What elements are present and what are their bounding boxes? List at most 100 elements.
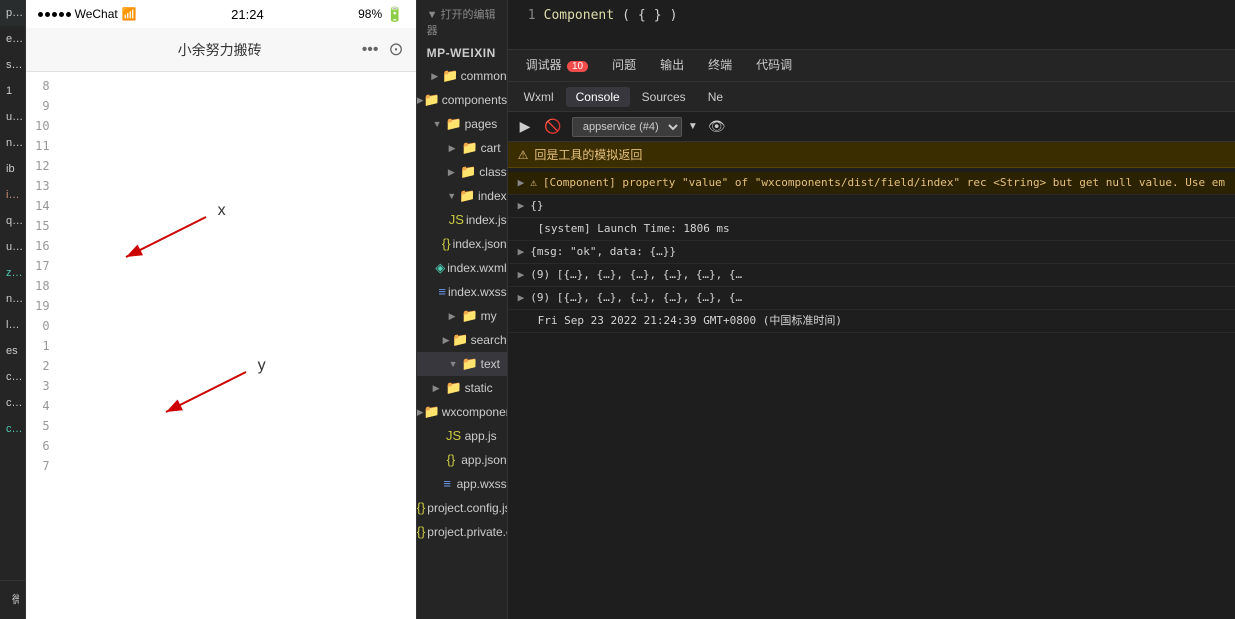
status-signal-dots (38, 12, 71, 17)
file-icon-index-wxss: ≡ (438, 282, 446, 302)
tree-item-index-json[interactable]: {} index.json (417, 232, 507, 256)
tree-item-wxcomponents[interactable]: ▶ 📁 wxcomponents (417, 400, 507, 424)
wifi-icon: 📶 (122, 7, 137, 21)
console-entry-text-obj: {} (530, 197, 1225, 215)
sidebar-item-page-lock[interactable]: page-lock. (0, 0, 25, 26)
tree-item-index-wxss[interactable]: ≡ index.wxss (417, 280, 507, 304)
tree-item-text[interactable]: ▼ 📁 text (417, 352, 507, 376)
sidebar-item-icon-css[interactable]: icon.css (0, 182, 25, 208)
warning-triangle-icon: ⚠ (530, 174, 537, 192)
tree-arrow-index: ▼ (447, 186, 458, 206)
tree-item-app-json[interactable]: {} app.json (417, 448, 507, 472)
tree-item-project-private[interactable]: {} project.private.config.js... (417, 520, 507, 544)
tab-issues[interactable]: 问题 (602, 52, 646, 79)
folder-icon-common: 📁 (442, 66, 458, 86)
tree-item-index[interactable]: ▼ 📁 index (417, 184, 507, 208)
console-entry-msg-ok: ▶ {msg: "ok", data: {…}} (508, 241, 1235, 264)
titlebar-icons: ••• ⊙ (362, 39, 404, 60)
sidebar-item-nponents[interactable]: nponents (0, 286, 25, 312)
code-paren-close: ) (670, 8, 678, 23)
console-entry-arr1: ▶ (9) [{…}, {…}, {…}, {…}, {…}, {… (508, 264, 1235, 287)
expand-icon-arr1[interactable]: ▶ (518, 266, 525, 284)
expand-icon-warning[interactable]: ▶ (518, 174, 525, 192)
tree-item-class[interactable]: ▶ 📁 class (417, 160, 507, 184)
tab-output[interactable]: 输出 (650, 52, 694, 79)
sidebar-item-class[interactable]: class (0, 390, 25, 416)
battery-icon: 🔋 (386, 6, 403, 23)
tree-item-cart[interactable]: ▶ 📁 cart (417, 136, 507, 160)
tab-terminal[interactable]: 终端 (698, 52, 742, 79)
tab-network[interactable]: Ne (698, 87, 733, 107)
tab-debugger[interactable]: 调试器 10 (516, 52, 598, 79)
tree-label-project-config: project.config.json (427, 498, 507, 518)
tree-item-index-wxml[interactable]: ◈ index.wxml (417, 256, 507, 280)
clear-button[interactable]: 🚫 (540, 116, 565, 137)
sidebar-item-scss[interactable]: scss (0, 52, 25, 78)
tree-label-components: components (442, 90, 507, 110)
console-entry-text-warning: [Component] property "value" of "wxcompo… (543, 174, 1225, 192)
phone-preview-area: WeChat 📶 21:24 98% 🔋 小余努力搬砖 ••• ⊙ 891011… (26, 0, 417, 619)
more-icon[interactable]: ••• (362, 41, 379, 59)
tab-code-debug[interactable]: 代码调 (746, 52, 802, 79)
sidebar-item-class-vue[interactable]: class.vue (0, 416, 25, 442)
sidebar-item-cart[interactable]: cart (0, 364, 25, 390)
editor-debug-panel: 1 Component ( { } ) 调试器 10 问题 输出 终端 代码调 … (508, 0, 1235, 619)
console-output: ▶ ⚠ [Component] property "value" of "wxc… (508, 168, 1235, 619)
tree-item-app-wxss[interactable]: ≡ app.wxss (417, 472, 507, 496)
warning-text: 回是工具的模拟返回 (534, 146, 642, 163)
sidebar-item-nmon[interactable]: nmon (0, 130, 25, 156)
console-entry-text-msg-ok: {msg: "ok", data: {…}} (530, 243, 1225, 261)
console-toolbar: ▶ 🚫 appservice (#4) ▼ 👁 (508, 112, 1235, 142)
sidebar-item-1[interactable]: 1 (0, 78, 25, 104)
explorer-header-open-editors: ▼ 打开的编辑器 (417, 0, 507, 44)
sidebar-item-qqmap[interactable]: qqmap- (0, 208, 25, 234)
phone-title: 小余努力搬砖 (178, 40, 262, 60)
tree-label-my: my (481, 306, 497, 326)
tree-item-pages[interactable]: ▼ 📁 pages (417, 112, 507, 136)
sidebar-item-uni-css[interactable]: uni.css (0, 234, 25, 260)
tree-item-my[interactable]: ▶ 📁 my (417, 304, 507, 328)
run-button[interactable]: ▶ (516, 116, 535, 137)
sidebar-item-zcm-ma[interactable]: zcm-ma (0, 260, 25, 286)
tab-wxml[interactable]: Wxml (514, 87, 564, 107)
tab-console[interactable]: Console (566, 87, 630, 107)
sidebar-item-es[interactable]: es (0, 338, 25, 364)
tree-item-common[interactable]: ▶ 📁 common (417, 64, 507, 88)
console-entry-text-launch: [system] Launch Time: 1806 ms (538, 220, 1225, 238)
context-selector[interactable]: appservice (#4) (572, 117, 682, 137)
sidebar-item-le-module[interactable]: le_module (0, 312, 25, 338)
tree-item-components[interactable]: ▶ 📁 components (417, 88, 507, 112)
folder-icon-my: 📁 (461, 306, 479, 326)
secondary-debug-tabs: Wxml Console Sources Ne (508, 82, 1235, 112)
left-sidebar: page-lock. es.json scss 1 uilderx nmon i… (0, 0, 26, 619)
expand-icon-obj[interactable]: ▶ (518, 197, 525, 215)
tree-item-project-config[interactable]: {} project.config.json (417, 496, 507, 520)
sidebar-item-uilderx[interactable]: uilderx (0, 104, 25, 130)
tree-item-app-js[interactable]: JS app.js (417, 424, 507, 448)
tree-arrow-cart: ▶ (449, 138, 461, 158)
tree-item-index-js[interactable]: JS index.js (417, 208, 507, 232)
tree-label-pages: pages (465, 114, 498, 134)
sidebar-item-weixin[interactable]: 微信 (6, 587, 19, 613)
arrow-y-annotation: y (146, 362, 266, 425)
tree-label-index-js: index.js (466, 210, 507, 230)
phone-status-bar: WeChat 📶 21:24 98% 🔋 (26, 0, 416, 28)
tree-item-static[interactable]: ▶ 📁 static (417, 376, 507, 400)
file-icon-app-js: JS (445, 426, 463, 446)
tree-item-search[interactable]: ▶ 📁 search (417, 328, 507, 352)
sidebar-item-ib[interactable]: ib (0, 156, 25, 182)
scan-icon[interactable]: ⊙ (389, 39, 404, 60)
console-entry-obj: ▶ {} (508, 195, 1235, 218)
folder-icon-wxcomponents: 📁 (424, 402, 440, 422)
tree-label-index-wxss: index.wxss (448, 282, 507, 302)
network-label: WeChat (75, 7, 118, 21)
tree-label-index-wxml: index.wxml (447, 258, 506, 278)
eye-button[interactable]: 👁 (704, 116, 730, 137)
expand-icon-arr2[interactable]: ▶ (518, 289, 525, 307)
tree-arrow-components: ▶ (417, 90, 424, 110)
expand-icon-msg-ok[interactable]: ▶ (518, 243, 525, 261)
tab-sources[interactable]: Sources (632, 87, 696, 107)
phone-content: 89101112 1314151617 1819012 34567 x (26, 72, 416, 619)
sidebar-item-es-json[interactable]: es.json (0, 26, 25, 52)
tree-arrow-pages: ▼ (433, 114, 445, 134)
